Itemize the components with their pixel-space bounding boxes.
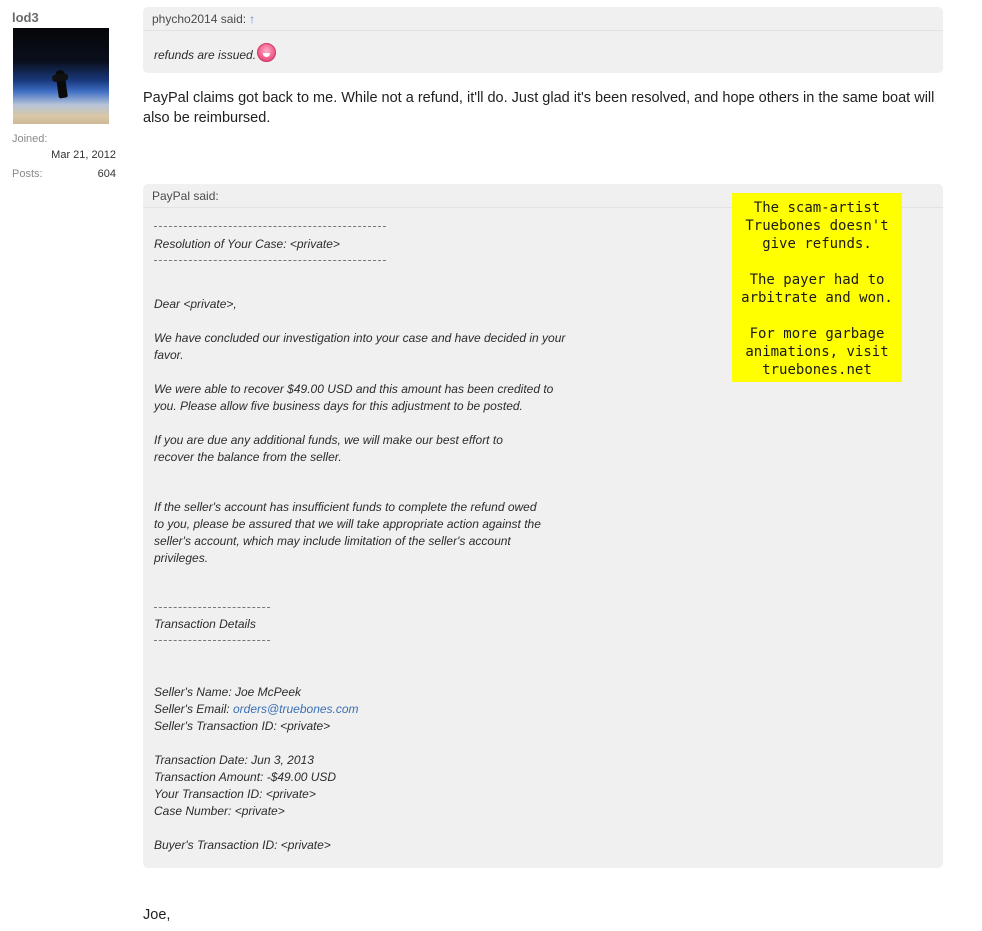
avatar[interactable] xyxy=(13,28,109,124)
joined-label: Joined: xyxy=(12,133,48,145)
quote-author: PayPal said: xyxy=(152,189,219,203)
para4-line: privileges. xyxy=(154,551,209,565)
para2-line: We were able to recover $49.00 USD and t… xyxy=(154,382,554,396)
yellow-note-overlay: The scam-artist Truebones doesn't give r… xyxy=(732,193,902,382)
seller-name: Seller's Name: Joe McPeek xyxy=(154,685,302,699)
para4-line: If the seller's account has insufficient… xyxy=(154,500,537,514)
signoff-text: Joe, xyxy=(143,907,171,923)
note-paragraph-1: The scam-artist Truebones doesn't give r… xyxy=(736,199,898,253)
para3-line: If you are due any additional funds, we … xyxy=(154,433,503,447)
your-transaction-id: Your Transaction ID: <private> xyxy=(154,787,316,801)
joined-value: Mar 21, 2012 xyxy=(51,149,116,161)
note-line: For more garbage xyxy=(749,326,885,342)
seller-email-link[interactable]: orders@truebones.com xyxy=(233,702,359,716)
case-number: Case Number: <private> xyxy=(154,804,285,818)
username[interactable]: lod3 xyxy=(12,10,39,25)
quote-author[interactable]: phycho2014 said: xyxy=(152,12,246,26)
divider xyxy=(154,260,386,262)
divider xyxy=(154,607,270,609)
quote-header: phycho2014 said: ↑ xyxy=(143,7,943,31)
transaction-details-heading: Transaction Details xyxy=(154,617,256,631)
divider xyxy=(154,226,386,228)
note-paragraph-2: The payer had to arbitrate and won. xyxy=(736,271,898,307)
seller-email-label: Seller's Email: xyxy=(154,702,233,716)
para4-line: seller's account, which may include limi… xyxy=(154,534,511,548)
posts-value: 604 xyxy=(97,168,116,180)
note-line: Truebones doesn't xyxy=(745,218,889,234)
post-message: PayPal claims got back to me. While not … xyxy=(143,90,935,126)
buyer-transaction-id: Buyer's Transaction ID: <private> xyxy=(154,838,331,852)
note-line: animations, visit xyxy=(745,344,889,360)
quote-block-phycho2014: phycho2014 said: ↑ refunds are issued. xyxy=(143,7,943,73)
note-line: The scam-artist xyxy=(753,200,881,216)
quote-body: refunds are issued. xyxy=(143,31,943,70)
para2-line: you. Please allow five business days for… xyxy=(154,399,523,413)
para4-line: to you, please be assured that we will t… xyxy=(154,517,541,531)
note-line: arbitrate and won. xyxy=(741,290,893,306)
jump-to-quote-icon[interactable]: ↑ xyxy=(249,12,255,26)
note-line: give refunds. xyxy=(762,236,872,252)
para3-line: recover the balance from the seller. xyxy=(154,450,342,464)
posts-label: Posts: xyxy=(12,168,43,180)
note-paragraph-3: For more garbage animations, visit trueb… xyxy=(736,325,898,379)
note-line: The payer had to xyxy=(749,272,885,288)
seller-transaction-id: Seller's Transaction ID: <private> xyxy=(154,719,331,733)
divider xyxy=(154,640,270,642)
seller-email-row: Seller's Email: orders@truebones.com xyxy=(154,701,932,718)
note-line: truebones.net xyxy=(762,362,872,378)
tongue-out-emoji-icon xyxy=(257,43,277,62)
transaction-amount: Transaction Amount: -$49.00 USD xyxy=(154,770,337,784)
transaction-date: Transaction Date: Jun 3, 2013 xyxy=(154,753,314,767)
quote-text: refunds are issued. xyxy=(154,48,257,62)
